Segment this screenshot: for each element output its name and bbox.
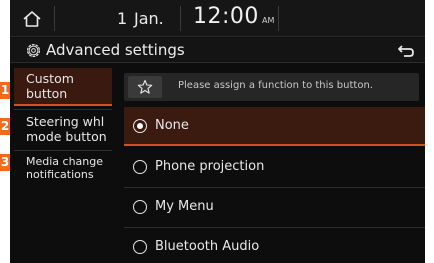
clock-ampm: AM (262, 16, 275, 25)
status-divider (278, 6, 279, 31)
menu-item-label-line2: mode button (26, 129, 107, 144)
menu-item-label-line1: Steering whl (26, 114, 105, 129)
step-marker-2: 2 (0, 118, 10, 135)
option-label: Bluetooth Audio (155, 239, 260, 254)
radio-unselected (133, 160, 147, 174)
radio-unselected (133, 240, 147, 254)
date-month: Jan. (134, 9, 164, 28)
option-my-menu[interactable]: My Menu (124, 188, 425, 227)
settings-menu: Custom button Steering whl mode button M… (10, 64, 114, 263)
hint-text: Please assign a function to this button. (178, 80, 373, 91)
menu-item-custom-button[interactable]: Custom button (14, 68, 112, 106)
option-phone-projection[interactable]: Phone projection (124, 148, 425, 187)
clock-time: 12:00 (193, 4, 259, 29)
status-divider (54, 6, 55, 31)
back-arrow-icon (398, 44, 414, 57)
menu-item-label-line1: Media change (26, 155, 104, 168)
date-day: 1 (117, 9, 128, 28)
option-label: None (155, 118, 189, 133)
home-button[interactable] (10, 0, 54, 37)
menu-item-label-line2: notifications (26, 168, 94, 181)
option-label: My Menu (155, 199, 214, 214)
menu-divider (14, 109, 112, 110)
home-icon (23, 10, 41, 27)
status-bar: 1 Jan. 12:00 AM (10, 0, 425, 37)
option-bluetooth-audio[interactable]: Bluetooth Audio (124, 228, 425, 263)
step-marker-1: 1 (0, 82, 10, 99)
menu-item-label-line2: button (26, 86, 68, 101)
radio-unselected (133, 200, 147, 214)
infotainment-screen: 1 Jan. 12:00 AM Advanced settings Custom… (10, 0, 425, 263)
status-divider (180, 6, 181, 31)
option-label: Phone projection (155, 159, 265, 174)
title-bar: Advanced settings (10, 38, 425, 63)
back-button[interactable] (387, 38, 425, 63)
page-title: Advanced settings (46, 41, 185, 59)
function-options-panel: Please assign a function to this button.… (114, 64, 425, 263)
gear-icon (26, 43, 41, 58)
menu-item-steering-whl-mode-button[interactable]: Steering whl mode button (14, 111, 112, 147)
option-none[interactable]: None (124, 107, 425, 146)
menu-item-media-change-notifications[interactable]: Media change notifications (14, 152, 112, 188)
star-icon (137, 79, 153, 94)
assign-hint: Please assign a function to this button. (124, 73, 419, 101)
menu-divider (14, 150, 112, 151)
step-marker-3: 3 (0, 154, 10, 171)
menu-item-label-line1: Custom (26, 71, 74, 86)
radio-selected (133, 119, 147, 133)
star-button[interactable] (128, 76, 162, 98)
